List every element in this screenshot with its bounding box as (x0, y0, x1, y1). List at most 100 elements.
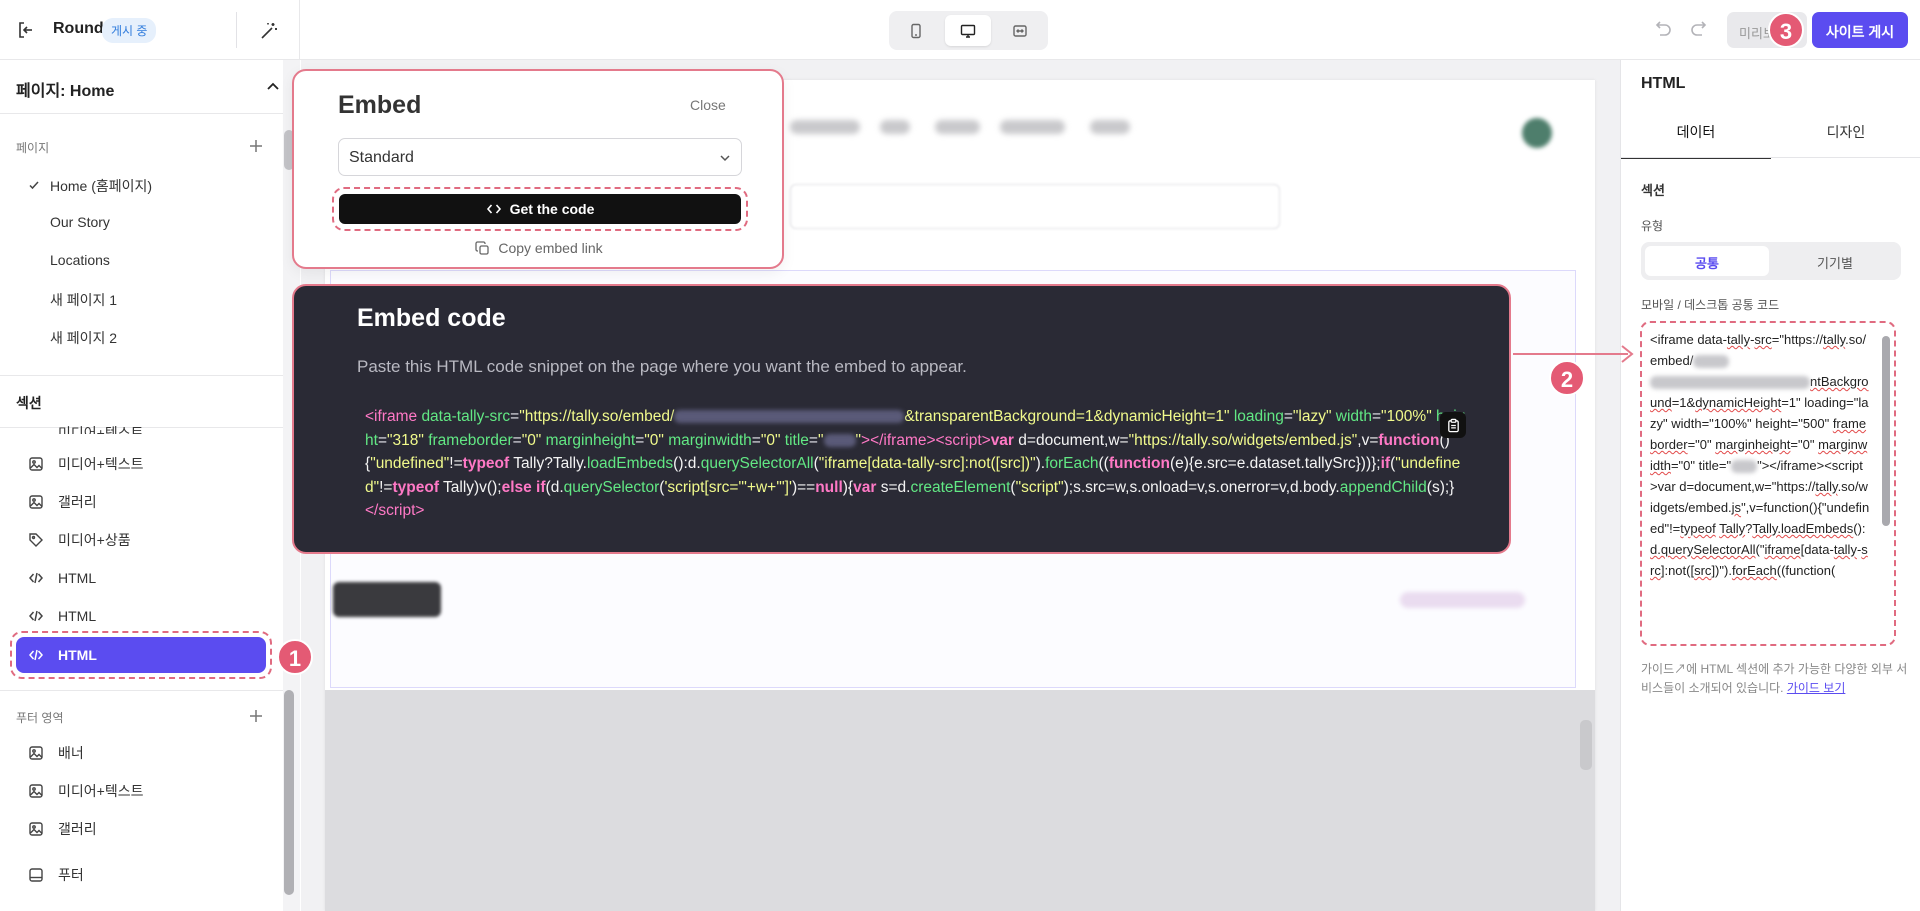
divider (1621, 157, 1920, 158)
tab-data[interactable]: 데이터 (1621, 122, 1771, 159)
page-item-locations[interactable]: Locations (50, 252, 110, 268)
mobile-icon (911, 23, 921, 38)
check-icon (28, 179, 40, 191)
avatar (1522, 118, 1552, 148)
tag-icon (28, 532, 44, 548)
left-sidebar: 페이지: Home 페이지 Home (홈페이지) Our Story Loca… (0, 60, 300, 911)
section-label: 섹션 (1641, 183, 1665, 198)
sidebar-scroll-thumb[interactable] (284, 690, 294, 895)
embed-code-description: Paste this HTML code snippet on the page… (357, 357, 967, 376)
section-item-html-3[interactable]: HTML (16, 637, 266, 673)
image-icon (28, 745, 44, 761)
topbar-site-area: Round 게시 중 (0, 0, 300, 60)
device-switcher (889, 11, 1048, 50)
top-bar: Round 게시 중 미리보기 사이트 게시 (0, 0, 1920, 60)
code-icon (486, 204, 501, 214)
step-marker-2: 2 (1549, 360, 1585, 396)
exit-icon[interactable] (16, 20, 36, 40)
undo-icon[interactable] (1651, 18, 1673, 40)
html-code-content: <iframe data-tally-src="https://tally.so… (1650, 332, 1870, 578)
get-the-code-button[interactable]: Get the code (339, 194, 741, 224)
image-icon (28, 456, 44, 472)
clipboard-icon[interactable] (1440, 412, 1466, 438)
embed-code-snippet[interactable]: <iframe data-tally-src="https://tally.so… (357, 405, 1467, 523)
footer-heading: 푸터 영역 (16, 711, 64, 725)
guide-description: 가이드↗에 HTML 섹션에 추가 가능한 다양한 외부 서비스들이 소개되어 … (1641, 662, 1908, 695)
code-textarea-scroll-thumb[interactable] (1882, 336, 1890, 526)
fullwidth-view-button[interactable] (997, 15, 1043, 46)
type-common-option[interactable]: 공통 (1645, 246, 1769, 276)
status-badge: 게시 중 (102, 18, 157, 43)
guide-text: 가이드↗에 HTML 섹션에 추가 가능한 다양한 외부 서비스들이 소개되어 … (1641, 660, 1911, 698)
code-textarea-scrollbar[interactable] (1878, 322, 1894, 642)
embed-type-value: Standard (349, 149, 414, 166)
image-icon (28, 494, 44, 510)
canvas-scroll-thumb[interactable] (1580, 720, 1592, 770)
page-item-home[interactable]: Home (홈페이지) (50, 176, 152, 196)
page-selector[interactable]: 페이지: Home (0, 60, 283, 114)
section-item-html-1[interactable]: HTML (16, 560, 268, 596)
section-item-media-text-partial[interactable]: 미디어+텍스트 (16, 412, 268, 434)
blurred-nav-item (1000, 120, 1065, 134)
redo-icon[interactable] (1689, 18, 1711, 40)
footer-item-banner[interactable]: 배너 (16, 735, 268, 771)
sections-heading: 섹션 (16, 395, 42, 411)
code-field-label: 모바일 / 데스크톱 공통 코드 (1641, 298, 1780, 312)
footer-item-gallery[interactable]: 갤러리 (16, 811, 268, 847)
section-item-gallery[interactable]: 갤러리 (16, 484, 268, 520)
copy-embed-link[interactable]: Copy embed link (294, 240, 784, 256)
right-panel: HTML 데이터 디자인 섹션 유형 공통 기기별 모바일 / 데스크톱 공통 … (1620, 60, 1920, 911)
section-item-media-text[interactable]: 미디어+텍스트 (16, 446, 268, 482)
embed-modal: Embed Close Standard Get the code Copy e… (292, 69, 784, 269)
embed-type-select[interactable]: Standard (338, 138, 742, 176)
image-icon (28, 418, 44, 434)
page-item-new-1[interactable]: 새 페이지 1 (50, 290, 117, 310)
blurred-badge (1400, 592, 1525, 608)
type-label: 유형 (1641, 219, 1664, 233)
highlight-frame: Get the code (332, 187, 748, 231)
close-button[interactable]: Close (690, 97, 726, 113)
magic-wand-icon[interactable] (258, 20, 280, 42)
page-preview-footer (325, 690, 1595, 911)
add-page-icon[interactable] (248, 138, 264, 154)
html-code-textarea[interactable]: <iframe data-tally-src="https://tally.so… (1640, 321, 1896, 646)
mobile-view-button[interactable] (893, 15, 939, 46)
divider (0, 375, 283, 376)
desktop-icon (960, 24, 976, 38)
page-item-new-2[interactable]: 새 페이지 2 (50, 328, 117, 348)
tab-design[interactable]: 디자인 (1771, 122, 1920, 159)
redacted-text (674, 410, 905, 424)
copy-embed-link-label: Copy embed link (498, 240, 603, 256)
chevron-up-icon (265, 79, 281, 95)
page-selector-label: 페이지: Home (16, 83, 115, 100)
embed-code-title: Embed code (357, 304, 506, 332)
section-item-html-2[interactable]: HTML (16, 598, 268, 634)
publish-site-button[interactable]: 사이트 게시 (1812, 12, 1908, 48)
type-device-option[interactable]: 기기별 (1773, 246, 1897, 276)
blurred-nav-item (1090, 120, 1130, 134)
divider (0, 690, 283, 691)
add-footer-section-icon[interactable] (248, 708, 264, 724)
code-icon (28, 608, 44, 624)
page-item-our-story[interactable]: Our Story (50, 214, 110, 230)
embed-modal-title: Embed (338, 91, 422, 119)
blurred-nav-item (935, 120, 980, 134)
desktop-view-button[interactable] (945, 15, 991, 46)
site-name: Round (53, 20, 104, 37)
code-icon (28, 647, 44, 663)
blurred-submit-button (333, 582, 441, 617)
panel-title: HTML (1641, 75, 1686, 92)
code-icon (28, 570, 44, 586)
section-item-media-product[interactable]: 미디어+상품 (16, 522, 268, 558)
step-marker-1: 1 (277, 639, 313, 675)
image-icon (28, 783, 44, 799)
footer-item-footer[interactable]: 푸터 (16, 857, 268, 893)
footer-item-media-text[interactable]: 미디어+텍스트 (16, 773, 268, 809)
fullwidth-icon (1013, 24, 1027, 37)
footer-icon (28, 867, 44, 883)
embed-code-panel: Embed code Paste this HTML code snippet … (292, 284, 1511, 554)
pages-heading: 페이지 (16, 141, 50, 155)
step-marker-3: 3 (1768, 12, 1804, 48)
guide-link[interactable]: 가이드 보기 (1787, 681, 1846, 695)
type-toggle: 공통 기기별 (1641, 242, 1901, 280)
